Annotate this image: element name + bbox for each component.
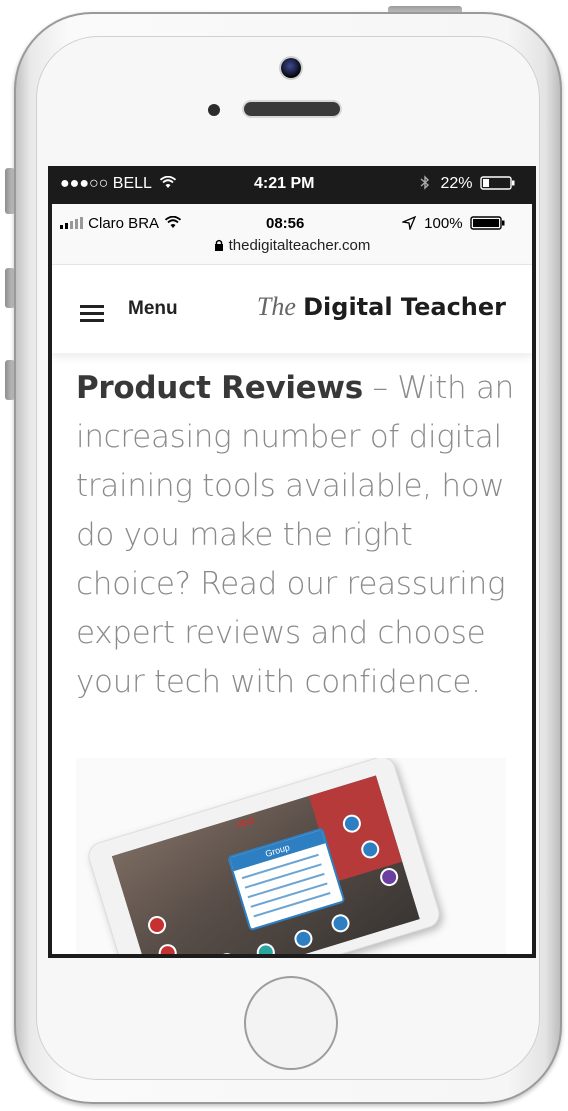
- inner-status-bar: Claro BRA 08:56 100% thedigitalteacher.c…: [52, 204, 532, 265]
- outer-carrier-label: ●●●○○ BELL: [60, 175, 152, 192]
- site-header: Menu The Digital Teacher: [52, 265, 532, 353]
- inner-battery-percent: 100%: [424, 215, 463, 232]
- outer-carrier: ●●●○○ BELL: [60, 175, 176, 193]
- article-text: Product Reviews – With an increasing num…: [76, 364, 532, 707]
- product-image[interactable]: VEO Group: [76, 758, 506, 954]
- tablet-device: VEO Group: [84, 758, 444, 954]
- article-lead: Product Reviews: [76, 370, 363, 406]
- wifi-icon: [159, 175, 176, 188]
- bluetooth-icon: [420, 175, 430, 190]
- earpiece-speaker: [244, 102, 340, 116]
- outer-battery: 22%: [420, 175, 516, 193]
- inner-time: 08:56: [266, 215, 305, 232]
- inner-battery: 100%: [400, 215, 506, 232]
- phone-screen: ●●●○○ BELL 4:21 PM 22% Claro BRA 08:56 1…: [48, 166, 536, 958]
- proximity-sensor: [208, 104, 220, 116]
- inner-carrier: Claro BRA: [60, 215, 182, 232]
- outer-battery-percent: 22%: [440, 175, 473, 192]
- tablet-screen: VEO Group: [111, 775, 420, 954]
- home-button[interactable]: [244, 976, 338, 1070]
- inner-carrier-label: Claro BRA: [88, 215, 159, 232]
- browser-viewport: Claro BRA 08:56 100% thedigitalteacher.c…: [52, 204, 532, 954]
- article-body: – With an increasing number of digital t…: [76, 370, 514, 700]
- outer-status-bar: ●●●○○ BELL 4:21 PM 22%: [48, 166, 536, 204]
- menu-button-label[interactable]: Menu: [128, 298, 178, 320]
- site-logo[interactable]: The Digital Teacher: [257, 291, 506, 322]
- address-bar[interactable]: thedigitalteacher.com: [52, 237, 532, 254]
- wifi-icon: [165, 215, 182, 228]
- battery-low-icon: [480, 176, 515, 190]
- front-camera: [281, 58, 301, 78]
- signal-icon: [60, 217, 83, 229]
- hamburger-menu-icon[interactable]: [80, 305, 104, 322]
- battery-full-icon: [470, 216, 505, 230]
- outer-time: 4:21 PM: [254, 175, 315, 192]
- brand-name: Digital Teacher: [303, 293, 506, 321]
- brand-prefix: The: [256, 292, 296, 321]
- location-arrow-icon: [400, 215, 417, 232]
- url-text: thedigitalteacher.com: [228, 237, 371, 254]
- lock-icon: [214, 239, 223, 251]
